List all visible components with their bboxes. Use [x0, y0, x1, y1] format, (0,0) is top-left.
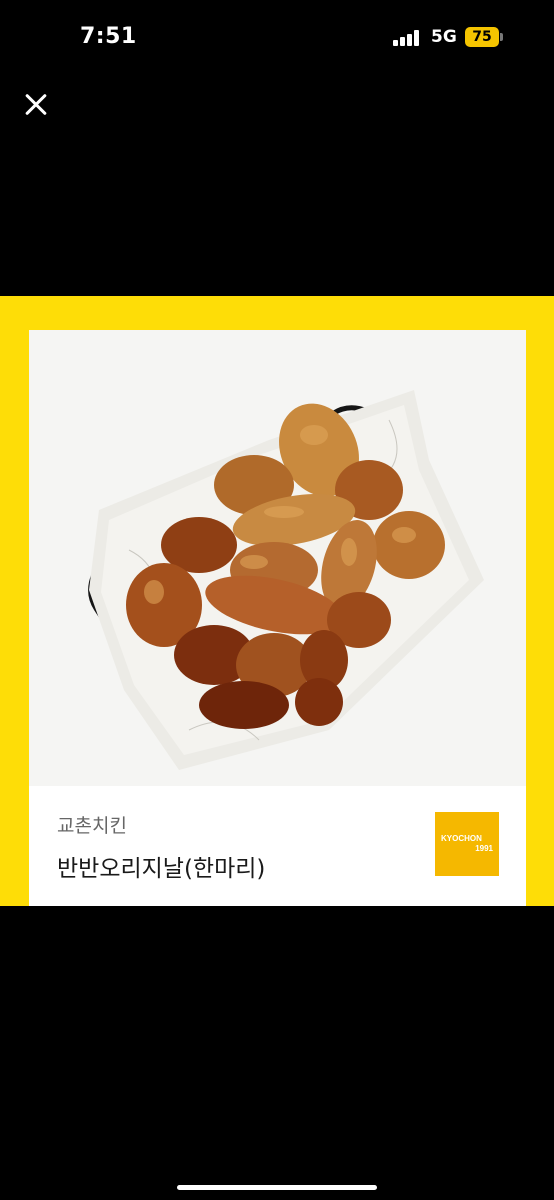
- network-type: 5G: [431, 27, 457, 47]
- product-image: [29, 330, 526, 786]
- close-button[interactable]: [20, 88, 52, 120]
- status-time: 7:51: [80, 24, 137, 49]
- product-info: 교촌치킨 반반오리지날(한마리) KYOCHON 1991: [29, 786, 526, 906]
- product-name: 반반오리지날(한마리): [57, 856, 266, 882]
- battery-level: 75: [465, 27, 499, 47]
- logo-line1: KYOCHON: [441, 834, 482, 843]
- battery-icon: 75: [465, 27, 503, 47]
- logo-line2: 1991: [475, 844, 493, 853]
- kyochon-logo: KYOCHON 1991: [435, 812, 499, 876]
- product-card[interactable]: 교촌치킨 반반오리지날(한마리) KYOCHON 1991: [29, 330, 526, 906]
- status-bar: 7:51 5G 75: [0, 0, 554, 76]
- cellular-signal-icon: [393, 30, 423, 46]
- brand-name: 교촌치킨: [57, 815, 127, 837]
- home-indicator[interactable]: [177, 1185, 377, 1190]
